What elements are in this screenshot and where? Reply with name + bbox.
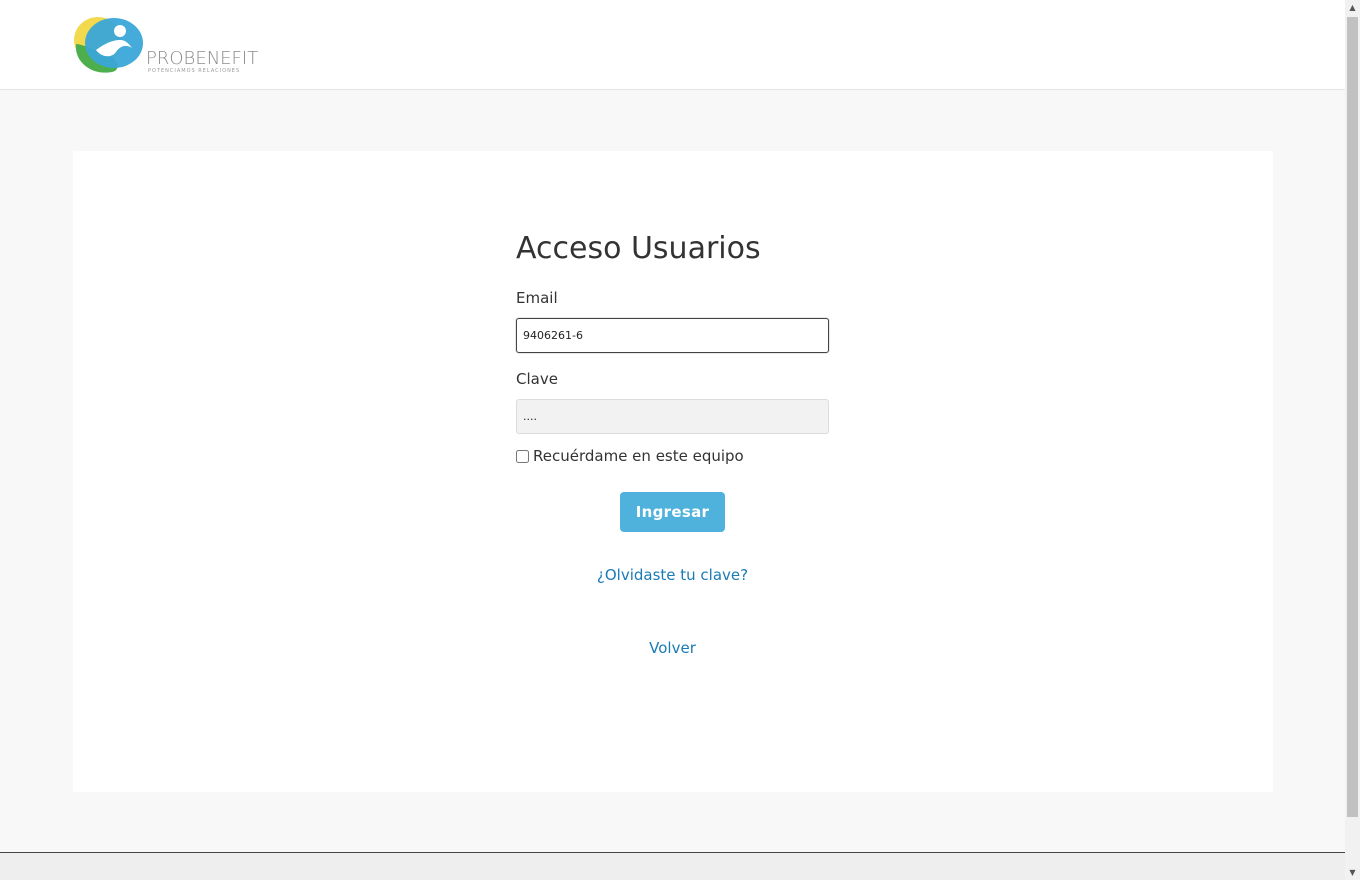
logo-wordmark: PROBENEFIT bbox=[146, 48, 259, 69]
submit-row: Ingresar bbox=[516, 492, 829, 532]
page-title: Acceso Usuarios bbox=[516, 231, 761, 266]
scroll-down-arrow-icon[interactable]: ▼ bbox=[1345, 865, 1360, 880]
scrollbar-thumb[interactable] bbox=[1347, 17, 1358, 817]
login-form: Acceso Usuarios Email Clave Recuérdame e… bbox=[516, 231, 829, 657]
login-button[interactable]: Ingresar bbox=[619, 492, 726, 532]
back-link[interactable]: Volver bbox=[516, 639, 829, 657]
password-field[interactable] bbox=[516, 399, 829, 434]
password-label: Clave bbox=[516, 370, 558, 388]
forgot-password-link[interactable]: ¿Olvidaste tu clave? bbox=[516, 566, 829, 584]
scroll-up-arrow-icon[interactable]: ▲ bbox=[1345, 0, 1360, 15]
site-header: PROBENEFIT POTENCIAMOS RELACIONES bbox=[0, 0, 1345, 90]
remember-me-row[interactable]: Recuérdame en este equipo bbox=[516, 447, 829, 465]
logo-tagline: POTENCIAMOS RELACIONES bbox=[148, 68, 241, 74]
page-footer bbox=[0, 852, 1345, 880]
remember-me-label: Recuérdame en este equipo bbox=[533, 447, 744, 465]
email-label: Email bbox=[516, 289, 558, 307]
email-field[interactable] bbox=[516, 318, 829, 353]
probenefit-logo[interactable]: PROBENEFIT POTENCIAMOS RELACIONES bbox=[72, 14, 259, 76]
remember-me-checkbox[interactable] bbox=[516, 449, 529, 463]
vertical-scrollbar[interactable]: ▲ ▼ bbox=[1345, 0, 1360, 880]
login-card: Acceso Usuarios Email Clave Recuérdame e… bbox=[73, 151, 1273, 792]
logo-mark-icon bbox=[74, 17, 143, 73]
